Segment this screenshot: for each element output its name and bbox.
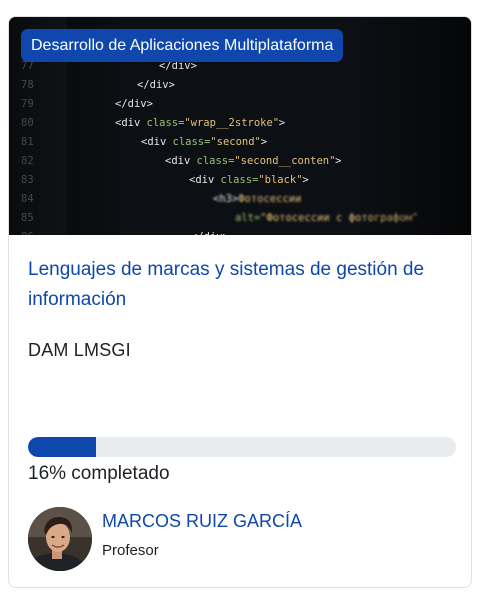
- teacher-avatar[interactable]: [28, 507, 92, 571]
- teacher-name-link[interactable]: MARCOS RUIZ GARCÍA: [102, 511, 302, 532]
- course-shortname: DAM LMSGI: [28, 340, 131, 360]
- course-card[interactable]: 77787980818283848586</div></div></div><d…: [8, 16, 472, 588]
- teacher-contact: MARCOS RUIZ GARCÍA Profesor: [28, 507, 458, 571]
- progress-bar-fill: [28, 437, 97, 457]
- category-badge[interactable]: Desarrollo de Aplicaciones Multiplatafor…: [21, 29, 344, 62]
- course-image[interactable]: 77787980818283848586</div></div></div><d…: [9, 17, 471, 235]
- progress-bar: [28, 437, 456, 457]
- course-title-link[interactable]: Lenguajes de marcas y sistemas de gestió…: [28, 255, 458, 315]
- teacher-role: Profesor: [102, 542, 159, 559]
- progress-label: 16% completado: [28, 463, 170, 484]
